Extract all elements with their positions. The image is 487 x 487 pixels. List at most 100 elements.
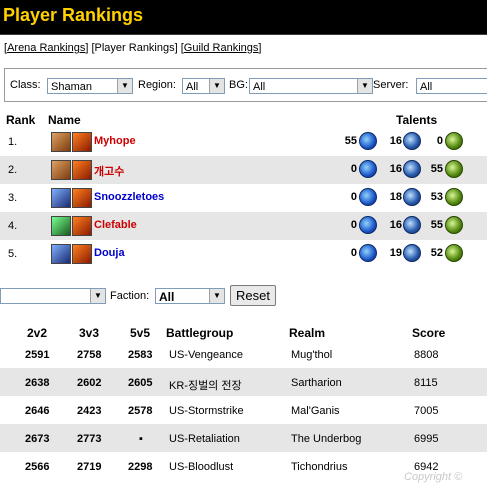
player-name[interactable]: Clefable [94, 219, 137, 231]
talent-points: 0 [350, 247, 357, 259]
restoration-icon [445, 132, 463, 150]
table-row[interactable]: 2638 2602 2605 KR-징벌의 전장 Sartharion 8115 [0, 368, 487, 396]
rating-2v2: 2646 [25, 405, 50, 417]
col-5v5-header: 5v5 [130, 326, 151, 340]
col-score-header: Score [412, 326, 446, 340]
player-name[interactable]: Myhope [94, 135, 136, 147]
player-row[interactable]: 3. Snoozzletoes 0 18 53 [0, 184, 487, 212]
elemental-icon [359, 132, 377, 150]
rank-number: 2. [8, 164, 18, 176]
chevron-down-icon: ▼ [209, 289, 224, 303]
rank-number: 3. [8, 192, 18, 204]
restoration-icon [445, 160, 463, 178]
restoration-icon [445, 216, 463, 234]
chevron-down-icon: ▼ [209, 79, 224, 93]
talent-points: 16 [389, 219, 402, 231]
rating-3v3: 2758 [77, 349, 102, 361]
elemental-icon [359, 216, 377, 234]
class-icon [72, 188, 92, 208]
talent-points: 16 [389, 135, 402, 147]
server-select-value: All [420, 81, 433, 93]
player-name[interactable]: Douja [94, 247, 125, 259]
talent-points: 55 [430, 219, 443, 231]
elemental-icon [359, 160, 377, 178]
rank-number: 1. [8, 136, 18, 148]
talent-points: 53 [430, 191, 443, 203]
talent-points: 55 [344, 135, 357, 147]
server-select[interactable]: All [416, 78, 487, 94]
faction-select-value: All [159, 290, 175, 304]
col-3v3-header: 3v3 [79, 326, 100, 340]
race-icon [51, 132, 71, 152]
rating-2v2: 2591 [25, 349, 50, 361]
chevron-down-icon: ▼ [357, 79, 372, 93]
realm-cell: Mal'Ganis [291, 405, 340, 417]
bg-select[interactable]: All ▼ [249, 78, 373, 94]
reset-button[interactable]: Reset [230, 285, 276, 306]
link-arena-rankings[interactable]: Arena Rankings [7, 42, 85, 54]
chevron-down-icon: ▼ [117, 79, 132, 93]
chevron-down-icon: ▼ [90, 289, 105, 303]
rating-3v3: 2423 [77, 405, 102, 417]
class-icon [72, 132, 92, 152]
col-realm-header: Realm [289, 326, 326, 340]
copyright-text: Copyright © [404, 471, 463, 483]
region-select[interactable]: All ▼ [182, 78, 225, 94]
realm-cell: Sartharion [291, 377, 342, 389]
talent-points: 16 [389, 163, 402, 175]
realm-select[interactable]: ▼ [0, 288, 106, 304]
player-name[interactable]: Snoozzletoes [94, 191, 164, 203]
class-icon [72, 244, 92, 264]
rating-3v3: 2773 [77, 433, 102, 445]
player-row[interactable]: 2. 개고수 0 16 55 [0, 156, 487, 184]
class-select-value: Shaman [51, 81, 92, 93]
page-header: Player Rankings [0, 0, 487, 35]
elemental-icon [359, 244, 377, 262]
player-row[interactable]: 5. Douja 0 19 52 [0, 240, 487, 268]
battlegroup-cell: US-Stormstrike [169, 405, 244, 417]
race-icon [51, 188, 71, 208]
bg-select-value: All [253, 81, 266, 93]
faction-label: Faction: [110, 290, 150, 302]
class-label: Class: [10, 79, 41, 91]
name-header: Name [48, 113, 81, 127]
talent-points: 0 [436, 135, 443, 147]
filter-panel: Class: Shaman ▼ Region: All ▼ BG: All ▼ … [4, 68, 487, 102]
rating-2v2: 2638 [25, 377, 50, 389]
race-icon [51, 216, 71, 236]
talent-points: 0 [350, 191, 357, 203]
enhancement-icon [403, 132, 421, 150]
score-cell: 7005 [414, 405, 439, 417]
table-row[interactable]: 2646 2423 2578 US-Stormstrike Mal'Ganis … [0, 396, 487, 424]
player-row[interactable]: 4. Clefable 0 16 55 [0, 212, 487, 240]
elemental-icon [359, 188, 377, 206]
table-row[interactable]: 2673 2773 ▪ US-Retaliation The Underbog … [0, 424, 487, 452]
rating-2v2: 2673 [25, 433, 50, 445]
battlegroup-cell: US-Bloodlust [169, 461, 234, 473]
battlegroup-cell: US-Retaliation [169, 433, 240, 445]
player-name[interactable]: 개고수 [94, 163, 124, 179]
col-battlegroup-header: Battlegroup [166, 326, 234, 340]
table-row[interactable]: 2591 2758 2583 US-Vengeance Mug'thol 880… [0, 340, 487, 368]
rank-number: 5. [8, 248, 18, 260]
rank-header: Rank [6, 113, 36, 127]
link-player-rankings: Player Rankings [94, 42, 175, 54]
player-row[interactable]: 1. Myhope 55 16 0 [0, 128, 487, 156]
rank-number: 4. [8, 220, 18, 232]
race-icon [51, 160, 71, 180]
talent-points: 19 [389, 247, 402, 259]
realm-cell: Tichondrius [291, 461, 348, 473]
bg-label: BG: [229, 79, 248, 91]
rating-2v2: 2566 [25, 461, 50, 473]
rating-5v5: 2583 [128, 349, 153, 361]
talent-points: 0 [350, 163, 357, 175]
faction-select[interactable]: All ▼ [155, 288, 225, 304]
enhancement-icon [403, 188, 421, 206]
link-guild-rankings[interactable]: Guild Rankings [184, 42, 259, 54]
class-select[interactable]: Shaman ▼ [47, 78, 133, 94]
enhancement-icon [403, 244, 421, 262]
rating-3v3: 2602 [77, 377, 102, 389]
ranking-links: [Arena Rankings] [Player Rankings] [Guil… [4, 42, 262, 54]
talent-points: 0 [350, 219, 357, 231]
page-title: Player Rankings [3, 5, 144, 25]
